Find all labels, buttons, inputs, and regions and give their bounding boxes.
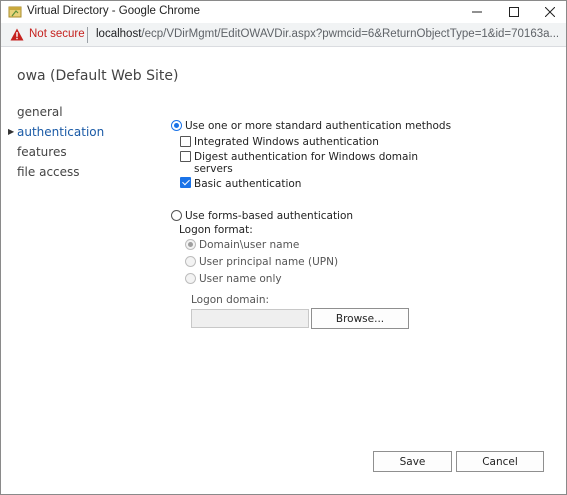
- logon-domain-label: Logon domain:: [191, 294, 270, 306]
- close-icon: [545, 7, 555, 17]
- maximize-button[interactable]: [500, 1, 528, 23]
- username-only-radio[interactable]: [185, 273, 196, 284]
- url-host: localhost: [96, 28, 142, 40]
- integrated-windows-label[interactable]: Integrated Windows authentication: [194, 136, 379, 148]
- nav-item-general[interactable]: general: [17, 105, 63, 119]
- integrated-windows-checkbox[interactable]: [180, 136, 191, 147]
- app-icon: [8, 6, 22, 18]
- window-title: Virtual Directory - Google Chrome: [27, 5, 200, 17]
- title-bar: Virtual Directory - Google Chrome: [1, 1, 566, 23]
- upn-label[interactable]: User principal name (UPN): [199, 256, 338, 268]
- save-button[interactable]: Save: [373, 451, 452, 472]
- digest-auth-label[interactable]: Digest authentication for Windows domain: [194, 151, 418, 163]
- maximize-icon: [509, 7, 519, 17]
- forms-auth-label[interactable]: Use forms-based authentication: [185, 210, 353, 222]
- forms-auth-radio[interactable]: [171, 210, 182, 221]
- nav-item-authentication[interactable]: authentication: [17, 125, 104, 139]
- minimize-icon: [472, 11, 482, 13]
- warning-icon[interactable]: [10, 28, 24, 41]
- standard-auth-label[interactable]: Use one or more standard authentication …: [185, 120, 451, 132]
- basic-auth-label[interactable]: Basic authentication: [194, 178, 301, 190]
- address-bar[interactable]: Not secure localhost/ecp/VDirMgmt/EditOW…: [1, 23, 566, 47]
- digest-auth-checkbox[interactable]: [180, 151, 191, 162]
- browse-button[interactable]: Browse...: [311, 308, 409, 329]
- logon-format-label: Logon format:: [179, 224, 253, 236]
- standard-auth-radio[interactable]: [171, 120, 182, 131]
- domain-user-radio[interactable]: [185, 239, 196, 250]
- nav-item-file-access[interactable]: file access: [17, 165, 80, 179]
- url-path: /ecp/VDirMgmt/EditOWAVDir.aspx?pwmcid=6&…: [141, 28, 558, 40]
- browser-window: Virtual Directory - Google Chrome Not se…: [0, 0, 567, 495]
- basic-auth-checkbox[interactable]: [180, 177, 191, 188]
- upn-radio[interactable]: [185, 256, 196, 267]
- digest-auth-label-line2[interactable]: servers: [194, 163, 233, 175]
- address-separator: [87, 27, 88, 43]
- logon-domain-input[interactable]: [191, 309, 309, 328]
- page-title: owa (Default Web Site): [17, 68, 179, 84]
- cancel-button[interactable]: Cancel: [456, 451, 544, 472]
- domain-user-label[interactable]: Domain\user name: [199, 239, 299, 251]
- close-button[interactable]: [536, 1, 564, 23]
- active-item-caret-icon: ▶: [8, 127, 15, 136]
- security-status[interactable]: Not secure: [29, 28, 85, 40]
- minimize-button[interactable]: [463, 1, 491, 23]
- url-text[interactable]: localhost/ecp/VDirMgmt/EditOWAVDir.aspx?…: [96, 28, 558, 40]
- username-only-label[interactable]: User name only: [199, 273, 282, 285]
- nav-item-features[interactable]: features: [17, 145, 67, 159]
